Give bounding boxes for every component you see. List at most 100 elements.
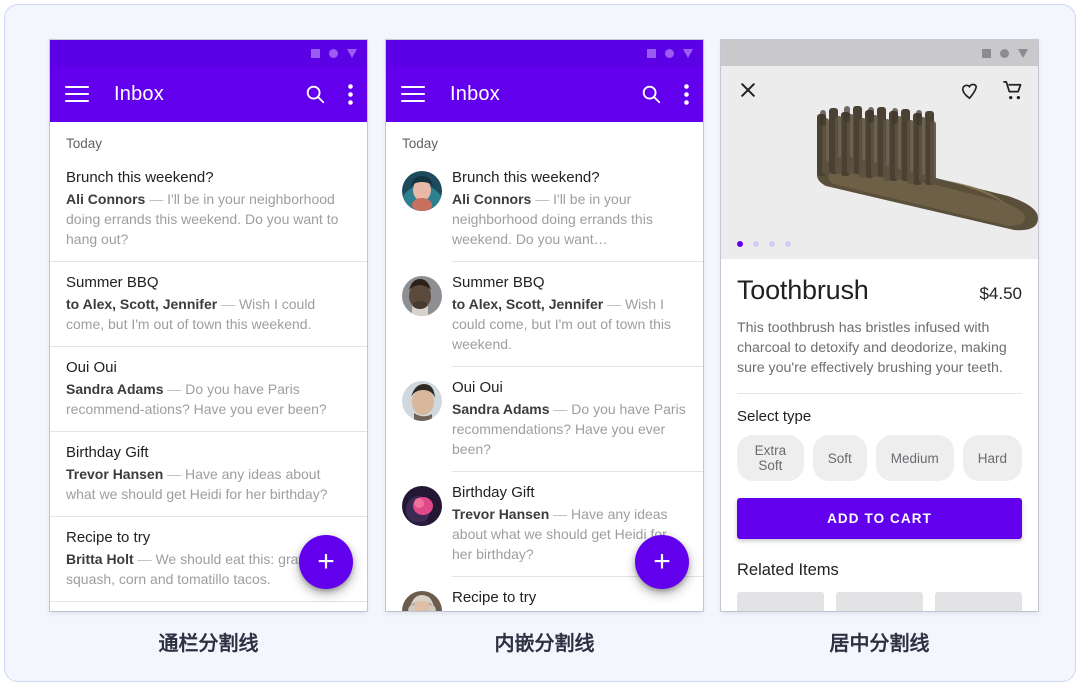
section-header: Today [66, 136, 103, 151]
close-icon[interactable] [735, 78, 761, 104]
message-list[interactable]: Today Brunch this weekend? Ali Connors —… [386, 122, 703, 611]
message-subject: Brunch this weekend? [452, 169, 600, 186]
page-title: Toothbrush [737, 275, 869, 305]
message-subject: Summer BBQ [66, 274, 159, 291]
dash: — [221, 296, 236, 312]
square-icon [982, 48, 991, 58]
page-container: Inbox Today Brunch this weekend? Ali Con… [4, 4, 1076, 682]
message-list[interactable]: Today Brunch this weekend? Ali Connors —… [50, 122, 367, 611]
message-subject: Summer BBQ [452, 274, 545, 291]
dash: — [553, 506, 568, 522]
compose-fab[interactable]: + [635, 535, 689, 589]
caption-middle-divider: 居中分割线 [829, 633, 930, 655]
avatar-sandra-adams [402, 381, 442, 421]
hamburger-menu-icon[interactable] [400, 81, 426, 107]
table-row[interactable]: Giants game David Park — Any interest in… [50, 602, 367, 611]
table-row[interactable]: Summer BBQ to Alex, Scott, Jennifer — Wi… [50, 262, 367, 346]
related-card-1[interactable] [737, 592, 824, 611]
product-price: $4.50 [979, 284, 1022, 303]
message-preview: Ali Connors — I'll be in your neighborho… [452, 189, 687, 249]
status-bar [386, 40, 703, 66]
carousel-dot-3[interactable] [769, 241, 775, 247]
message-subject: Birthday Gift [66, 444, 149, 461]
app-bar-title: Inbox [450, 82, 500, 105]
more-vert-icon[interactable] [348, 83, 353, 105]
compose-fab[interactable]: + [299, 535, 353, 589]
status-bar [721, 40, 1038, 66]
chip-extra-soft[interactable]: Extra Soft [737, 435, 804, 481]
carousel-dots[interactable] [737, 241, 791, 247]
search-icon[interactable] [304, 83, 326, 105]
search-icon[interactable] [640, 83, 662, 105]
table-row[interactable]: Brunch this weekend? Ali Connors — I'll … [386, 157, 703, 261]
message-preview: Trevor Hansen — Have any ideas about wha… [66, 464, 351, 504]
related-items-cards [737, 592, 1022, 611]
heart-icon[interactable] [958, 79, 981, 102]
circle-icon [329, 48, 338, 58]
hamburger-menu-icon[interactable] [64, 81, 90, 107]
dash: — [167, 381, 182, 397]
dash: — [167, 466, 182, 482]
message-preview: to Alex, Scott, Jennifer — Wish I could … [452, 294, 687, 354]
message-subject: Birthday Gift [452, 484, 535, 501]
message-preview: Ali Connors — I'll be in your neighborho… [66, 189, 351, 249]
chip-soft[interactable]: Soft [812, 435, 867, 481]
message-sender: Ali Connors [452, 191, 532, 207]
avatar-summer-bbq [402, 276, 442, 316]
add-to-cart-button[interactable]: ADD TO CART [737, 498, 1022, 539]
table-row[interactable]: Birthday Gift Trevor Hansen — Have any i… [50, 432, 367, 516]
product-description: This toothbrush has bristles infused wit… [737, 320, 1007, 376]
plus-icon: + [653, 545, 671, 578]
square-icon [647, 48, 656, 58]
carousel-dot-4[interactable] [785, 241, 791, 247]
message-preview: to Alex, Scott, Jennifer — Wish I could … [66, 294, 351, 334]
avatar-trevor-hansen [402, 486, 442, 526]
message-sender: Sandra Adams [452, 401, 550, 417]
related-items-title: Related Items [737, 561, 839, 579]
carousel-dot-2[interactable] [753, 241, 759, 247]
table-row[interactable]: Oui Oui Sandra Adams — Do you have Paris… [386, 367, 703, 471]
app-bar: Inbox [50, 66, 367, 122]
dash: — [535, 191, 550, 207]
status-bar [50, 40, 367, 66]
table-row[interactable]: Summer BBQ to Alex, Scott, Jennifer — Wi… [386, 262, 703, 366]
shopping-cart-icon[interactable] [1001, 79, 1025, 102]
dash: — [149, 191, 164, 207]
table-row[interactable]: Brunch this weekend? Ali Connors — I'll … [50, 157, 367, 261]
message-subject: Oui Oui [66, 359, 117, 376]
product-actions [958, 79, 1025, 102]
phone-panel-middle-divider: Toothbrush $4.50 This toothbrush has bri… [721, 40, 1038, 611]
message-sender: Ali Connors [66, 191, 146, 207]
related-card-2[interactable] [836, 592, 923, 611]
chip-medium[interactable]: Medium [875, 435, 954, 481]
message-sender: Britta Holt [66, 551, 134, 567]
avatar-ali-connors [402, 171, 442, 211]
triangle-down-icon [683, 48, 693, 58]
more-vert-icon[interactable] [684, 83, 689, 105]
message-subject: Recipe to try [452, 589, 537, 606]
caption-inset-divider: 内嵌分割线 [494, 633, 595, 655]
caption-full-divider: 通栏分割线 [158, 633, 259, 655]
chip-hard[interactable]: Hard [962, 435, 1022, 481]
triangle-down-icon [1018, 48, 1028, 58]
select-type-label: Select type [737, 408, 812, 425]
product-image [721, 66, 1038, 259]
panels-row: Inbox Today Brunch this weekend? Ali Con… [5, 5, 1075, 681]
message-subject: Brunch this weekend? [66, 169, 214, 186]
message-preview: Sandra Adams — Do you have Paris recomme… [452, 399, 687, 459]
type-chip-group: Extra Soft Soft Medium Hard [737, 435, 1022, 498]
triangle-down-icon [347, 48, 357, 58]
message-sender: Trevor Hansen [452, 506, 550, 522]
plus-icon: + [317, 545, 335, 578]
app-bar: Inbox [386, 66, 703, 122]
dash: — [137, 551, 152, 567]
phone-panel-inset-divider: Inbox Today Brunch this weekend? Ali Con… [386, 40, 703, 611]
related-card-3[interactable] [935, 592, 1022, 611]
app-bar-title: Inbox [114, 82, 164, 105]
avatar-britta-holt [402, 591, 442, 611]
carousel-dot-1[interactable] [737, 241, 743, 247]
square-icon [311, 48, 320, 58]
message-subject: Oui Oui [452, 379, 503, 396]
product-options: Select type Extra Soft Soft Medium Hard … [721, 394, 1038, 611]
table-row[interactable]: Oui Oui Sandra Adams — Do you have Paris… [50, 347, 367, 431]
